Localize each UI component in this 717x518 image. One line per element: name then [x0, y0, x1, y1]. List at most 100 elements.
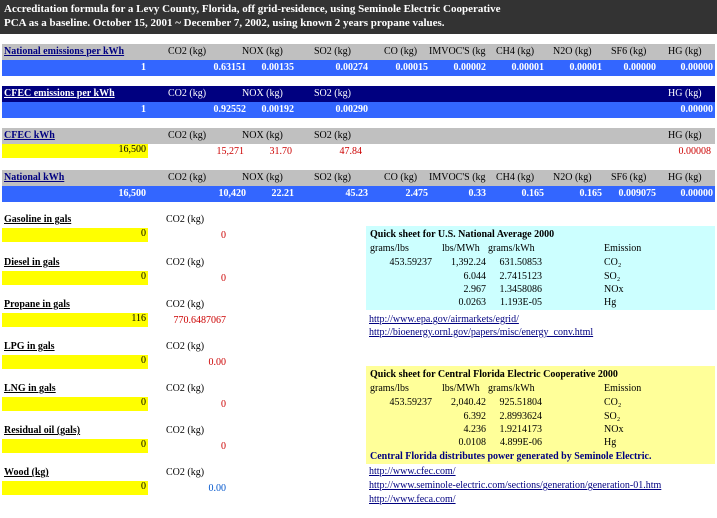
lbs-mwh: 4.236 [463, 424, 487, 435]
national-per-kwh-header-row: National emissions per kWh CO2 (kg) NOX … [2, 44, 715, 60]
col-n2o: N2O (kg) [553, 172, 592, 183]
col-grams-kwh: grams/kWh [488, 383, 535, 394]
lng-amount: 0 [141, 397, 146, 408]
propane-amount-cell[interactable]: 116 [2, 313, 148, 327]
kwh-value: 1 [141, 62, 146, 73]
fuel-unit-lng: CO2 (kg) [166, 383, 205, 394]
national-kwh-label: National kWh [4, 172, 65, 183]
lpg-co2: 0.00 [208, 357, 227, 368]
grams-kwh: 925.51804 [499, 397, 543, 408]
lbs-mwh: 0.0263 [458, 297, 487, 308]
n2o-value: 0.00001 [569, 62, 603, 73]
col-nox: NOX (kg) [242, 130, 283, 141]
co-value: 0.00015 [395, 62, 429, 73]
hg-value: 0.00000 [680, 188, 714, 199]
nox-value: 22.21 [271, 188, 295, 199]
link-seminole-electric[interactable]: http://www.seminole-electric.com/section… [369, 480, 661, 491]
gasoline-amount-cell[interactable]: 0 [2, 228, 148, 242]
residual-oil-amount-cell[interactable]: 0 [2, 439, 148, 453]
quick-sheet-cfec: Quick sheet for Central Florida Electric… [366, 366, 715, 464]
emission-name: CO₂ [604, 397, 622, 408]
sf6-value: 0.00000 [623, 62, 657, 73]
emission-name: SO₂ [604, 271, 621, 282]
col-so2: SO2 (kg) [314, 130, 351, 141]
col-imvoc: IMVOC'S (kg [429, 46, 486, 57]
hg-value: 0.00000 [680, 62, 714, 73]
grams-kwh: 2.7415123 [499, 271, 543, 282]
diesel-amount: 0 [141, 271, 146, 282]
cfec-kwh-input-cell[interactable]: 16,500 [2, 144, 148, 158]
col-nox: NOX (kg) [242, 88, 283, 99]
gasoline-amount: 0 [141, 228, 146, 239]
fuel-unit-residual-oil: CO2 (kg) [166, 425, 205, 436]
col-so2: SO2 (kg) [314, 88, 351, 99]
quick-sheet-national: Quick sheet for U.S. National Average 20… [366, 226, 715, 310]
residual-oil-amount: 0 [141, 439, 146, 450]
cfec-per-kwh-label: CFEC emissions per kWh [4, 88, 115, 99]
imvoc-value: 0.00002 [453, 62, 487, 73]
fuel-label-propane: Propane in gals [4, 299, 70, 310]
col-ch4: CH4 (kg) [496, 46, 535, 57]
co2-value: 0.92552 [213, 104, 247, 115]
fuel-unit-propane: CO2 (kg) [166, 299, 205, 310]
grams-per-lb: 453.59237 [389, 257, 433, 268]
propane-amount: 116 [131, 313, 146, 324]
link-ornl-energy-conv[interactable]: http://bioenergy.ornl.gov/papers/misc/en… [369, 327, 593, 338]
wood-amount: 0 [141, 481, 146, 492]
fuel-label-lpg: LPG in gals [4, 341, 55, 352]
col-emission: Emission [604, 383, 642, 394]
quick-sheet-cfec-title: Quick sheet for Central Florida Electric… [370, 369, 618, 380]
fuel-label-gasoline: Gasoline in gals [4, 214, 72, 225]
col-lbs-mwh: lbs/MWh [442, 243, 480, 254]
fuel-label-wood: Wood (kg) [4, 467, 49, 478]
emission-name: CO₂ [604, 257, 622, 268]
wood-amount-cell[interactable]: 0 [2, 481, 148, 495]
link-epa-egrid[interactable]: http://www.epa.gov/airmarkets/egrid/ [369, 314, 519, 325]
col-co: CO (kg) [384, 172, 418, 183]
col-nox: NOX (kg) [242, 46, 283, 57]
lbs-mwh: 1,392.24 [451, 257, 486, 268]
title-line-1: Accreditation formula for a Levy County,… [4, 3, 501, 15]
gasoline-co2: 0 [221, 230, 226, 241]
national-kwh-values-row: 16,500 10,420 22.21 45.23 2.475 0.33 0.1… [2, 186, 715, 202]
cfec-kwh-label: CFEC kWh [4, 130, 55, 141]
n2o-value: 0.165 [579, 188, 603, 199]
nox-value: 0.00135 [261, 62, 295, 73]
col-hg: HG (kg) [668, 88, 702, 99]
co2-value: 0.63151 [213, 62, 247, 73]
title-line-2: PCA as a baseline. October 15, 2001 ~ De… [4, 17, 445, 29]
cfec-per-kwh-values-row: 1 0.92552 0.00192 0.00290 0.00000 [2, 102, 715, 118]
diesel-amount-cell[interactable]: 0 [2, 271, 148, 285]
fuel-label-residual-oil: Residual oil (gals) [4, 425, 81, 436]
so2-value: 45.23 [345, 188, 369, 199]
col-n2o: N2O (kg) [553, 46, 592, 57]
imvoc-value: 0.33 [468, 188, 487, 199]
fuel-unit-gasoline: CO2 (kg) [166, 214, 205, 225]
kwh-value: 1 [141, 104, 146, 115]
diesel-co2: 0 [221, 273, 226, 284]
lbs-mwh: 6.044 [463, 271, 487, 282]
col-hg: HG (kg) [668, 130, 702, 141]
propane-co2: 770.6487067 [173, 315, 227, 326]
cfec-so2-value: 47.84 [339, 146, 363, 157]
so2-value: 0.00290 [335, 104, 369, 115]
fuel-unit-lpg: CO2 (kg) [166, 341, 205, 352]
lbs-mwh: 2,040.42 [451, 397, 486, 408]
grams-kwh: 2.8993624 [499, 411, 543, 422]
col-lbs-mwh: lbs/MWh [442, 383, 480, 394]
national-kwh-header-row: National kWh CO2 (kg) NOX (kg) SO2 (kg) … [2, 170, 715, 186]
col-sf6: SF6 (kg) [611, 172, 647, 183]
lbs-mwh: 6.392 [463, 411, 487, 422]
cfec-nox-value: 31.70 [269, 146, 293, 157]
grams-kwh: 1.9214173 [499, 424, 543, 435]
fuel-label-diesel: Diesel in gals [4, 257, 60, 268]
lpg-amount-cell[interactable]: 0 [2, 355, 148, 369]
grams-per-lb: 453.59237 [389, 397, 433, 408]
residual-oil-co2: 0 [221, 441, 226, 452]
fuel-unit-diesel: CO2 (kg) [166, 257, 205, 268]
col-co: CO (kg) [384, 46, 418, 57]
lng-amount-cell[interactable]: 0 [2, 397, 148, 411]
link-feca[interactable]: http://www.feca.com/ [369, 494, 456, 505]
link-cfec[interactable]: http://www.cfec.com/ [369, 466, 456, 477]
fuel-section: Gasoline in gals CO2 (kg) 0 0 Diesel in … [0, 212, 360, 512]
